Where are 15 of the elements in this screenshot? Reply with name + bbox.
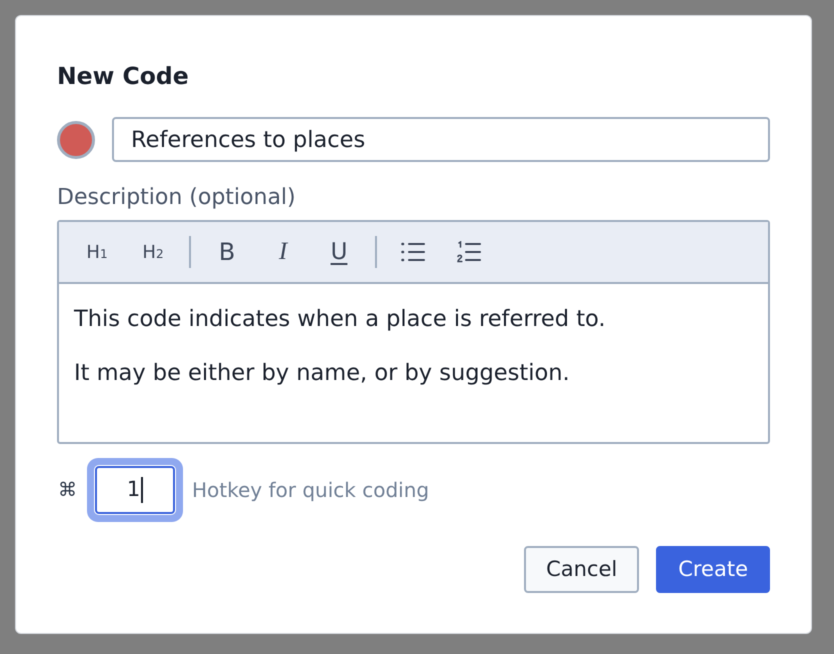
- description-paragraph: It may be either by name, or by suggestion.: [74, 359, 570, 388]
- bold-button[interactable]: B: [207, 232, 247, 272]
- dialog-title: New Code: [57, 61, 189, 91]
- numbered-list-icon[interactable]: [457, 241, 481, 263]
- hotkey-hint: Hotkey for quick coding: [192, 477, 430, 504]
- text-cursor: [141, 477, 144, 503]
- code-name-field[interactable]: References to places: [112, 117, 770, 162]
- modifier-key-label: ⌘: [58, 478, 77, 503]
- description-paragraph: This code indicates when a place is referred to.: [74, 305, 606, 334]
- cancel-button[interactable]: Cancel: [524, 546, 640, 593]
- description-label: Description (optional): [57, 184, 296, 212]
- italic-button[interactable]: I: [263, 232, 303, 272]
- underline-button[interactable]: U: [319, 232, 359, 272]
- create-button[interactable]: Create: [656, 546, 770, 593]
- bullet-list-icon[interactable]: [401, 241, 425, 263]
